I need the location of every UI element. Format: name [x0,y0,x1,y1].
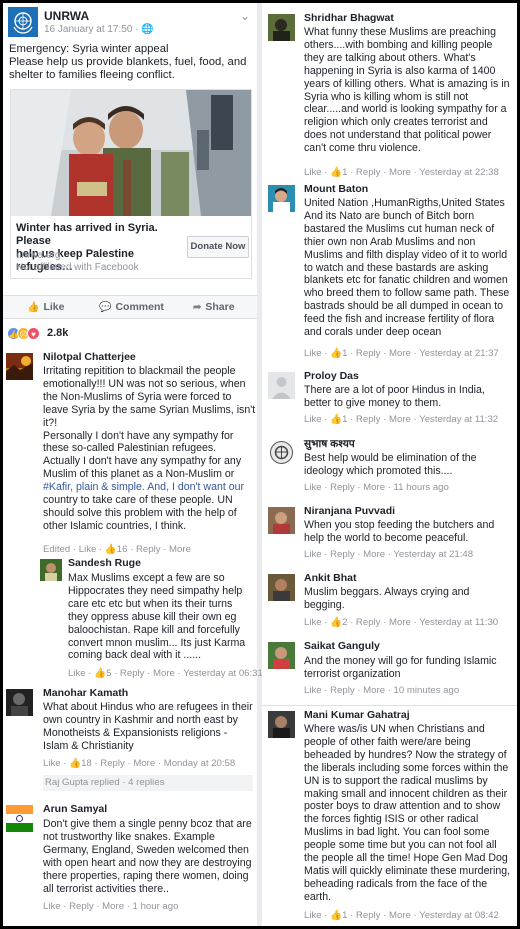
comment-author[interactable]: Mount Baton [304,183,368,195]
screenshot-frame: UNRWA 16 January at 17:50 · 🌐 ⌄ Emergenc… [3,3,517,926]
divider [262,705,517,706]
avatar[interactable] [6,805,33,832]
comment-text: Don't give them a single penny bcoz that… [43,818,252,895]
comment-footer[interactable]: Edited · Like · 👍16 · Reply · More [43,544,191,555]
like-button[interactable]: 👍 Like [27,301,64,313]
avatar[interactable] [6,689,33,716]
comment: Proloy Das There are a lot of poor Hindu… [268,370,514,430]
comment-text: United Nation ,HumanRigths,United States… [304,197,510,339]
comment-author[interactable]: Ankit Bhat [304,572,357,584]
link-preview-image[interactable] [11,90,251,216]
comment-author[interactable]: Niranjana Puvvadi [304,505,395,517]
comment: Mount Baton United Nation ,HumanRigths,U… [268,183,514,363]
avatar[interactable] [268,711,295,738]
comment-author[interactable]: Shridhar Bhagwat [304,12,394,24]
avatar[interactable] [268,185,295,212]
avatar[interactable] [268,372,295,399]
comment: Nilotpal Chatterjee Irritating repititio… [6,351,256,556]
view-replies-link[interactable]: Raj Gupta replied · 4 replies [43,775,253,791]
comment-footer[interactable]: Like · 👍2 · Reply · More · Yesterday at … [304,617,498,628]
comment-footer[interactable]: Like · Reply · More · 10 minutes ago [304,685,459,696]
comment-button[interactable]: 💬 Comment [99,301,164,313]
avatar[interactable] [6,353,33,380]
avatar[interactable] [40,559,62,581]
comment-author[interactable]: Mani Kumar Gahatraj [304,709,410,721]
comment: Mani Kumar Gahatraj Where was/is UN when… [268,709,514,924]
link-preview-card[interactable]: Winter has arrived in Syria. Please help… [10,89,252,279]
un-logo-icon [8,7,38,37]
comment-author[interactable]: Saikat Ganguly [304,640,380,652]
comment-text: Max Muslims except a few are so Hippocrat… [68,572,246,662]
share-button[interactable]: ➦ Share [193,301,235,313]
comment-footer[interactable]: Like · Reply · More · Yesterday at 21:48 [304,549,473,560]
comment-author[interactable]: Proloy Das [304,370,359,382]
comment-text: What funny these Muslims are preaching ot… [304,26,510,155]
love-reaction-icon: ♥ [27,327,40,340]
link-disclaimer: Not affiliated with Facebook [16,262,139,273]
avatar[interactable] [268,642,295,669]
comment-icon: 💬 [99,302,112,313]
chevron-down-icon[interactable]: ⌄ [240,9,250,23]
comment: सुभाष कश्यप Best help would be eliminati… [268,437,514,497]
comment-footer[interactable]: Like · Reply · More · 11 hours ago [304,482,449,493]
comment-author[interactable]: Nilotpal Chatterjee [43,351,136,363]
comment-footer[interactable]: Like · 👍1 · Reply · More · Yesterday at … [304,348,499,359]
comment-text: Irritating repitition to blackmail the p… [43,365,256,532]
post-column: UNRWA 16 January at 17:50 · 🌐 ⌄ Emergenc… [3,3,263,926]
comment-text: When you stop feeding the butchers and he… [304,519,495,544]
page-avatar[interactable] [8,7,38,37]
comment-text: Best help would be elimination of the ide… [304,452,477,477]
post-actions-bar: 👍 Like 💬 Comment ➦ Share [3,295,257,319]
comment-footer[interactable]: Like · 👍5 · Reply · More · Yesterday at … [68,668,263,679]
comment-author[interactable]: सुभाष कश्यप [304,437,355,451]
avatar[interactable] [268,574,295,601]
comment-author[interactable]: Manohar Kamath [43,687,128,699]
comment-author[interactable]: Sandesh Ruge [68,557,141,569]
comment: Ankit Bhat Muslim beggars. Always crying… [268,572,514,632]
avatar[interactable] [268,507,295,534]
page-name[interactable]: UNRWA [44,9,89,23]
comment: Niranjana Puvvadi When you stop feeding … [268,505,514,565]
comment-author[interactable]: Arun Samyal [43,803,107,815]
comment-text: Where was/is UN when Christians and peopl… [304,723,511,903]
avatar[interactable] [268,14,295,41]
post-date[interactable]: 16 January at 17:50 · 🌐 [44,24,154,35]
reaction-count[interactable]: 2.8k [47,327,68,339]
comment-reply: Sandesh Ruge Max Muslims except a few ar… [40,557,263,679]
thumbs-up-icon: 👍 [27,302,40,313]
comment-text: And the money will go for funding Islami… [304,655,497,680]
comment-footer[interactable]: Like · 👍1 · Reply · More · Yesterday at … [304,910,499,921]
comment-footer[interactable]: Like · 👍1 · Reply · More · Yesterday at … [304,414,498,425]
comment-text: What about Hindus who are refugees in th… [43,701,253,752]
share-icon: ➦ [193,302,202,313]
globe-icon: 🌐 [141,24,154,35]
comment-footer[interactable]: Like · 👍18 · Reply · More · Monday at 20… [43,758,235,769]
link-domain: unrwa.org [16,250,61,261]
comment: Saikat Ganguly And the money will go for… [268,640,514,700]
comment: Arun Samyal Don't give them a single pen… [6,803,256,918]
comments-column: Shridhar Bhagwat What funny these Muslim… [262,3,517,926]
comment: Shridhar Bhagwat What funny these Muslim… [268,12,514,180]
comment-footer[interactable]: Like · 👍1 · Reply · More · Yesterday at … [304,167,499,178]
donate-now-button[interactable]: Donate Now [187,236,249,258]
comment-footer[interactable]: Like · Reply · More · 1 hour ago [43,901,178,912]
comment-text: There are a lot of poor Hindus in India,… [304,384,485,409]
post-header: UNRWA 16 January at 17:50 · 🌐 ⌄ [8,7,252,37]
post-text: Emergency: Syria winter appeal Please he… [9,43,247,81]
avatar[interactable] [268,439,295,466]
comment-text: Muslim beggars. Always crying and begging… [304,586,470,611]
